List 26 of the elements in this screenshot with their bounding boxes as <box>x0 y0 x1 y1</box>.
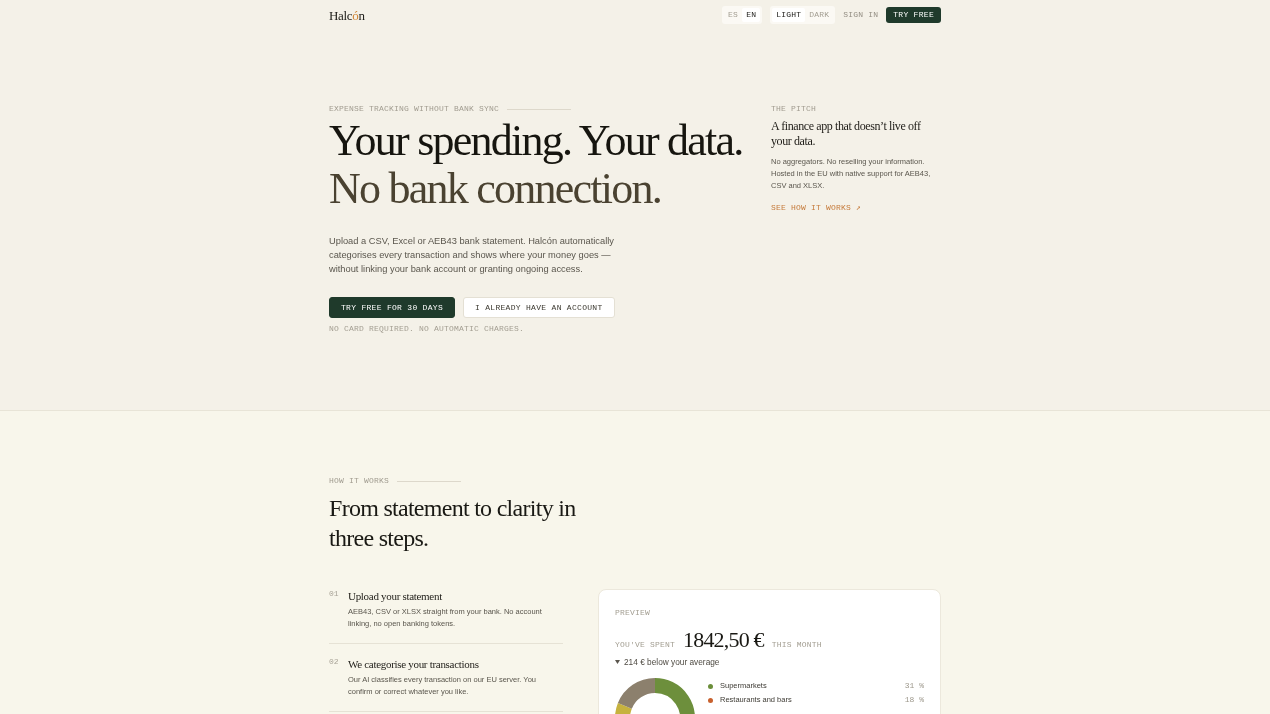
eyebrow-label: THE PITCH <box>771 105 816 113</box>
try-free-button[interactable]: TRY FREE <box>886 7 941 23</box>
step-number: 02 <box>329 657 339 666</box>
language-option[interactable]: EN <box>742 8 761 22</box>
eyebrow-label: HOW IT WORKS <box>329 477 389 485</box>
section-heading: From statement to clarity in three steps. <box>329 494 577 553</box>
account-button[interactable]: I ALREADY HAVE AN ACCOUNT <box>463 297 615 318</box>
theme-option[interactable]: LIGHT <box>772 8 806 22</box>
legend-percent: 18 % <box>904 696 924 704</box>
note-text: NO CARD REQUIRED. NO AUTOMATIC CHARGES. <box>329 325 525 333</box>
trial-button[interactable]: TRY FREE FOR 30 DAYS <box>329 297 455 318</box>
trend-text: 214 € below your average <box>624 656 720 668</box>
spent-label: YOU'VE SPENT <box>615 641 675 649</box>
eyebrow-label: EXPENSE TRACKING WITHOUT BANK SYNC <box>329 105 500 113</box>
period-label: THIS MONTH <box>771 641 822 649</box>
logo[interactable]: Halcón <box>329 8 365 22</box>
intro-paragraph: Upload a CSV, Excel or AEB43 bank statement. Halcón automatically categorises every transaction and shows where your money goes — without linking your bank account or granting ongoing access. <box>329 235 615 276</box>
hero-heading: Your spending. Your data. No bank connection. <box>329 117 743 213</box>
preview-label: PREVIEW <box>615 609 650 617</box>
step-number: 01 <box>329 589 339 598</box>
legend-percent: 31 % <box>904 682 924 690</box>
pitch-title: A finance app that doesn’t live off your data. <box>771 119 922 149</box>
spent-amount: 1842,50 € <box>683 628 764 652</box>
triangle-down-icon <box>615 660 620 664</box>
step-title: We categorise your transactions <box>348 657 480 671</box>
step-title: Upload your statement <box>348 589 443 603</box>
